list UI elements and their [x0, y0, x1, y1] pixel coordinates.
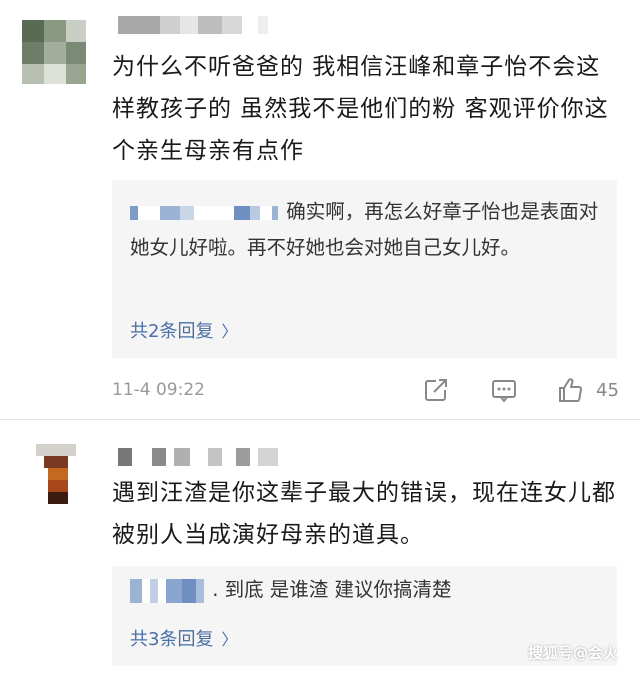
watermark: 搜狐号@会火: [527, 644, 618, 662]
view-replies-link[interactable]: 共3条回复〉: [130, 625, 237, 651]
reply-count-label: 共2条回复: [130, 321, 214, 342]
share-icon: [425, 379, 447, 401]
reply-username-blurred: [130, 205, 278, 220]
comment-item: 遇到汪渣是你这辈子最大的错误，现在连女儿都被别人当成演好母亲的道具。 . 到底 …: [0, 420, 640, 677]
reply-text: . 到底 是谁渣 建议你搞清楚: [212, 578, 452, 601]
comment-meta: 11-4 09:22 45: [112, 376, 620, 406]
chevron-right-icon: 〉: [221, 630, 238, 649]
chevron-right-icon: 〉: [221, 322, 238, 341]
username-blurred[interactable]: [118, 16, 278, 34]
timestamp: 11-4 09:22: [112, 380, 205, 400]
avatar[interactable]: [36, 444, 76, 504]
reply-preview: 确实啊，再怎么好章子怡也是表面对她女儿好啦。再不好她也会对她自己女儿好。: [130, 194, 603, 266]
share-button[interactable]: [422, 376, 450, 404]
comment-text: 遇到汪渣是你这辈子最大的错误，现在连女儿都被别人当成演好母亲的道具。: [112, 480, 616, 548]
avatar[interactable]: [22, 20, 86, 84]
reply-username-blurred: [130, 578, 204, 603]
username-blurred[interactable]: [118, 448, 288, 466]
comment-item: 为什么不听爸爸的 我相信汪峰和章子怡不会这样教孩子的 虽然我不是他们的粉 客观评…: [0, 0, 640, 420]
reply-button[interactable]: [490, 376, 518, 404]
like-button[interactable]: [556, 376, 584, 404]
reply-box[interactable]: 确实啊，再怎么好章子怡也是表面对她女儿好啦。再不好她也会对她自己女儿好。 共2条…: [112, 180, 617, 358]
like-count: 45: [596, 380, 619, 401]
view-replies-link[interactable]: 共2条回复〉: [130, 317, 237, 343]
like-icon: [559, 378, 582, 402]
reply-preview: . 到底 是谁渣 建议你搞清楚: [130, 572, 603, 608]
comment-icon: [492, 380, 516, 403]
reply-count-label: 共3条回复: [130, 629, 214, 650]
comment-text: 为什么不听爸爸的 我相信汪峰和章子怡不会这样教孩子的 虽然我不是他们的粉 客观评…: [112, 54, 609, 164]
